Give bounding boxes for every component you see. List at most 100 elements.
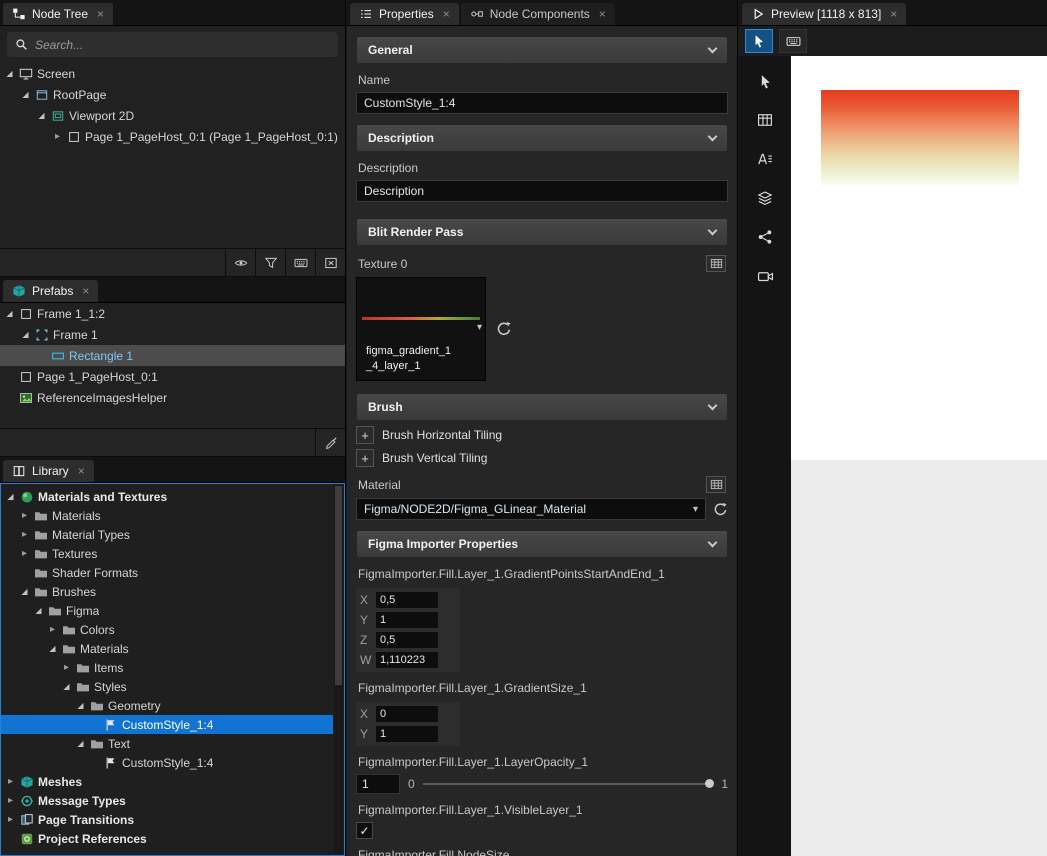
tab-preview[interactable]: Preview [1118 x 813] × bbox=[742, 3, 906, 25]
material-dropdown[interactable]: Figma/NODE2D/Figma_GLinear_Material ▾ bbox=[356, 498, 706, 520]
section-description[interactable]: Description bbox=[356, 124, 728, 152]
interaction-mode-button[interactable] bbox=[745, 29, 773, 53]
expander-icon[interactable]: ◢ bbox=[47, 644, 58, 653]
library-item-project-references[interactable]: Project References bbox=[1, 829, 333, 848]
library-item-customstyle-geometry[interactable]: CustomStyle_1:4 bbox=[1, 715, 333, 734]
search-input[interactable]: Search... bbox=[7, 32, 338, 57]
add-brush-horizontal-tiling-button[interactable]: + bbox=[356, 426, 374, 444]
section-blit-render-pass[interactable]: Blit Render Pass bbox=[356, 218, 728, 246]
select-tool-button[interactable] bbox=[752, 70, 778, 92]
add-brush-vertical-tiling-button[interactable]: + bbox=[356, 449, 374, 467]
tree-item-pagehost-prefab[interactable]: Page 1_PageHost_0:1 bbox=[0, 366, 345, 387]
expander-icon[interactable]: ◢ bbox=[36, 111, 47, 120]
slider-handle[interactable] bbox=[705, 779, 714, 788]
dropdown-caret-icon[interactable]: ▾ bbox=[477, 322, 482, 333]
y-input[interactable]: 1 bbox=[376, 612, 438, 628]
expander-icon[interactable]: ◢ bbox=[61, 682, 72, 691]
library-item-colors[interactable]: ▸ Colors bbox=[1, 620, 333, 639]
expander-icon[interactable]: ▸ bbox=[5, 795, 16, 806]
close-icon[interactable]: × bbox=[97, 7, 104, 21]
library-item-figma[interactable]: ◢ Figma bbox=[1, 601, 333, 620]
expander-icon[interactable]: ▸ bbox=[19, 548, 30, 559]
library-item-geometry[interactable]: ◢ Geometry bbox=[1, 696, 333, 715]
library-item-message-types[interactable]: ▸ Message Types bbox=[1, 791, 333, 810]
tab-node-components[interactable]: Node Components × bbox=[461, 3, 615, 25]
preview-canvas[interactable] bbox=[791, 56, 1047, 856]
expander-icon[interactable]: ◢ bbox=[4, 69, 15, 78]
tree-item-reference-images-helper[interactable]: ReferenceImagesHelper bbox=[0, 387, 345, 408]
close-icon[interactable]: × bbox=[78, 464, 85, 478]
tree-item-pagehost[interactable]: ▸ Page 1_PageHost_0:1 (Page 1_PageHost_0… bbox=[0, 126, 345, 147]
x-input[interactable]: 0,5 bbox=[376, 592, 438, 608]
expander-icon[interactable]: ◢ bbox=[19, 587, 30, 596]
text-tool-button[interactable] bbox=[752, 148, 778, 170]
library-item-page-transitions[interactable]: ▸ Page Transitions bbox=[1, 810, 333, 829]
camera-tool-button[interactable] bbox=[752, 265, 778, 287]
expander-icon[interactable]: ◢ bbox=[20, 90, 31, 99]
expander-icon[interactable]: ◢ bbox=[75, 739, 86, 748]
library-item-styles[interactable]: ◢ Styles bbox=[1, 677, 333, 696]
expander-icon[interactable]: ◢ bbox=[33, 606, 44, 615]
expander-icon[interactable]: ◢ bbox=[5, 492, 16, 501]
tree-item-frame-1-1-2[interactable]: ◢ Frame 1_1:2 bbox=[0, 303, 345, 324]
library-item-figma-materials[interactable]: ◢ Materials bbox=[1, 639, 333, 658]
library-item-items[interactable]: ▸ Items bbox=[1, 658, 333, 677]
eyedropper-plus-button[interactable] bbox=[315, 429, 345, 456]
tree-item-screen[interactable]: ◢ Screen bbox=[0, 63, 345, 84]
library-item-textures[interactable]: ▸ Textures bbox=[1, 544, 333, 563]
tab-library[interactable]: Library × bbox=[3, 460, 94, 482]
tab-node-tree[interactable]: Node Tree × bbox=[3, 3, 113, 25]
filter-button[interactable] bbox=[255, 249, 285, 276]
tree-item-frame-1[interactable]: ◢ Frame 1 bbox=[0, 324, 345, 345]
library-item-brushes[interactable]: ◢ Brushes bbox=[1, 582, 333, 601]
opacity-slider[interactable] bbox=[423, 783, 714, 785]
expander-icon[interactable]: ◢ bbox=[20, 330, 31, 339]
expander-icon[interactable]: ▸ bbox=[19, 510, 30, 521]
expander-icon[interactable]: ▸ bbox=[47, 624, 58, 635]
material-refresh-icon[interactable] bbox=[713, 502, 728, 517]
library-item-material-types[interactable]: ▸ Material Types bbox=[1, 525, 333, 544]
tree-item-rootpage[interactable]: ◢ RootPage bbox=[0, 84, 345, 105]
virtual-keyboard-button[interactable] bbox=[779, 29, 807, 53]
library-item-text[interactable]: ◢ Text bbox=[1, 734, 333, 753]
section-brush[interactable]: Brush bbox=[356, 393, 728, 421]
description-input[interactable]: Description bbox=[356, 180, 728, 202]
visibility-filter-button[interactable] bbox=[225, 249, 255, 276]
section-general[interactable]: General bbox=[356, 36, 728, 64]
texture-matrix-button[interactable] bbox=[706, 255, 726, 272]
w-input[interactable]: 1,110223 bbox=[376, 652, 438, 668]
clear-filter-button[interactable] bbox=[315, 249, 345, 276]
expander-icon[interactable]: ◢ bbox=[4, 309, 15, 318]
scrollbar-thumb[interactable] bbox=[335, 486, 342, 685]
texture-dropdown[interactable]: ▾ figma_gradient_1 _4_layer_1 bbox=[356, 277, 486, 381]
library-item-materials[interactable]: ▸ Materials bbox=[1, 506, 333, 525]
close-icon[interactable]: × bbox=[82, 284, 89, 298]
texture-refresh-icon[interactable] bbox=[496, 321, 512, 337]
expander-icon[interactable]: ▸ bbox=[5, 814, 16, 825]
expander-icon[interactable]: ▸ bbox=[19, 529, 30, 540]
expander-icon[interactable]: ▸ bbox=[52, 131, 63, 142]
z-input[interactable]: 0,5 bbox=[376, 632, 438, 648]
close-icon[interactable]: × bbox=[890, 7, 897, 21]
expander-icon[interactable]: ▸ bbox=[61, 662, 72, 673]
grid-view-button[interactable] bbox=[285, 249, 315, 276]
opacity-input[interactable]: 1 bbox=[356, 774, 400, 794]
layers-tool-button[interactable] bbox=[752, 187, 778, 209]
library-item-materials-and-textures[interactable]: ◢ Materials and Textures bbox=[1, 487, 333, 506]
tab-properties[interactable]: Properties × bbox=[350, 3, 459, 25]
material-matrix-button[interactable] bbox=[706, 476, 726, 493]
section-figma-importer[interactable]: Figma Importer Properties bbox=[356, 530, 728, 558]
library-item-meshes[interactable]: ▸ Meshes bbox=[1, 772, 333, 791]
library-scrollbar[interactable] bbox=[334, 485, 343, 854]
connections-tool-button[interactable] bbox=[752, 226, 778, 248]
y-input[interactable]: 1 bbox=[376, 726, 438, 742]
visible-layer-checkbox[interactable]: ✓ bbox=[356, 822, 373, 839]
library-item-shader-formats[interactable]: Shader Formats bbox=[1, 563, 333, 582]
x-input[interactable]: 0 bbox=[376, 706, 438, 722]
name-input[interactable]: CustomStyle_1:4 bbox=[356, 92, 728, 114]
tree-item-rectangle-1[interactable]: Rectangle 1 bbox=[0, 345, 345, 366]
tab-prefabs[interactable]: Prefabs × bbox=[3, 280, 98, 302]
tree-item-viewport-2d[interactable]: ◢ Viewport 2D bbox=[0, 105, 345, 126]
grid-tool-button[interactable] bbox=[752, 109, 778, 131]
expander-icon[interactable]: ▸ bbox=[5, 776, 16, 787]
